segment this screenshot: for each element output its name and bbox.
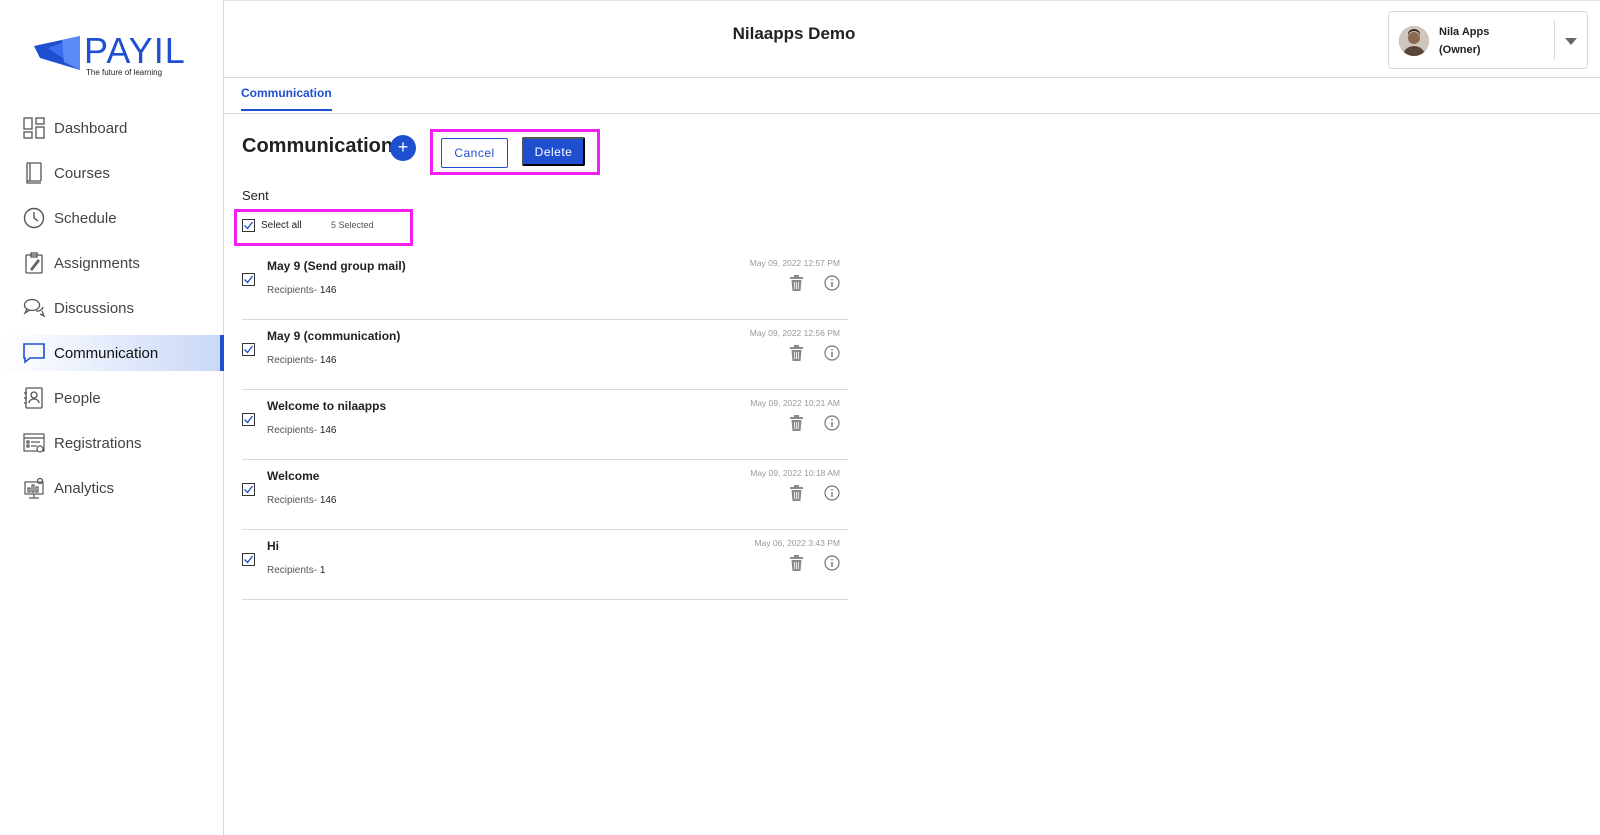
sidebar-item-analytics[interactable]: Analytics [0, 470, 224, 506]
recipients-count: 146 [319, 495, 337, 506]
section-label-sent: Sent [242, 188, 269, 203]
row-checkbox[interactable] [242, 273, 255, 286]
sidebar-item-label: People [54, 389, 101, 407]
recipients-count: 146 [319, 355, 337, 366]
brand-logo[interactable]: PAYIL The future of learning [34, 30, 194, 80]
contact-book-icon [22, 386, 46, 410]
list-item[interactable]: Welcome Recipients- 146 May 09, 2022 10:… [242, 460, 848, 530]
analytics-icon [22, 476, 46, 500]
sidebar-item-label: Courses [54, 164, 110, 182]
message-icon [22, 341, 46, 365]
recipients-count: 1 [319, 565, 326, 576]
message-subject[interactable]: May 9 (Send group mail) [267, 259, 406, 273]
trash-icon[interactable] [789, 415, 804, 436]
row-checkbox[interactable] [242, 553, 255, 566]
message-subject[interactable]: Hi [267, 539, 279, 553]
tab-communication[interactable]: Communication [241, 86, 332, 111]
sidebar-item-label: Schedule [54, 209, 117, 227]
message-list: May 9 (Send group mail) Recipients- 146 … [242, 250, 848, 600]
sidebar-item-courses[interactable]: Courses [0, 155, 224, 191]
message-date: May 09, 2022 12:57 PM [749, 258, 840, 268]
message-date: May 09, 2022 10:18 AM [750, 468, 840, 478]
cancel-button[interactable]: Cancel [441, 138, 508, 168]
user-menu-divider [1554, 20, 1555, 60]
chat-bubbles-icon [22, 296, 46, 320]
info-icon[interactable] [824, 275, 840, 296]
message-date: May 06, 2022 3:43 PM [754, 538, 840, 548]
list-item[interactable]: Hi Recipients- 1 May 06, 2022 3:43 PM [242, 530, 848, 600]
form-icon [22, 431, 46, 455]
recipients-label: Recipients- [267, 355, 318, 366]
sidebar-item-label: Discussions [54, 299, 135, 317]
user-name: Nila Apps [1439, 26, 1490, 38]
sidebar-item-people[interactable]: People [0, 380, 224, 416]
message-recipients: Recipients- 146 [267, 355, 337, 366]
avatar [1399, 26, 1429, 56]
brand-name: PAYIL [84, 30, 186, 71]
message-recipients: Recipients- 146 [267, 495, 337, 506]
logo-mark-icon [34, 36, 80, 70]
trash-icon[interactable] [789, 485, 804, 506]
row-checkbox[interactable] [242, 413, 255, 426]
trash-icon[interactable] [789, 345, 804, 366]
sidebar: PAYIL The future of learning Dashboard C… [0, 0, 224, 835]
sidebar-item-registrations[interactable]: Registrations [0, 425, 224, 461]
sidebar-item-discussions[interactable]: Discussions [0, 290, 224, 326]
message-subject[interactable]: Welcome [267, 469, 319, 483]
list-item[interactable]: May 9 (communication) Recipients- 146 Ma… [242, 320, 848, 390]
top-header: Nilaapps Demo Nila Apps (Owner) [224, 0, 1600, 78]
sidebar-item-label: Analytics [54, 479, 115, 497]
message-recipients: Recipients- 1 [267, 565, 325, 576]
recipients-count: 146 [319, 285, 337, 296]
trash-icon[interactable] [789, 275, 804, 296]
info-icon[interactable] [824, 345, 840, 366]
sidebar-item-communication[interactable]: Communication [0, 335, 224, 371]
sidebar-item-label: Dashboard [54, 119, 128, 137]
recipients-label: Recipients- [267, 565, 318, 576]
info-icon[interactable] [824, 485, 840, 506]
recipients-label: Recipients- [267, 425, 318, 436]
message-subject[interactable]: Welcome to nilaapps [267, 399, 386, 413]
clipboard-icon [22, 251, 46, 275]
message-date: May 09, 2022 10:21 AM [750, 398, 840, 408]
page-title: Communication [242, 135, 394, 157]
sidebar-item-label: Assignments [54, 254, 140, 272]
message-subject[interactable]: May 9 (communication) [267, 329, 400, 343]
recipients-count: 146 [319, 425, 337, 436]
book-icon [22, 161, 46, 185]
selected-count: 5 Selected [331, 220, 374, 230]
list-item[interactable]: Welcome to nilaapps Recipients- 146 May … [242, 390, 848, 460]
list-item[interactable]: May 9 (Send group mail) Recipients- 146 … [242, 250, 848, 320]
tab-bar: Communication [224, 78, 1600, 114]
sidebar-nav: Dashboard Courses Schedule Assignments D… [0, 110, 224, 515]
info-icon[interactable] [824, 415, 840, 436]
user-role: (Owner) [1439, 44, 1481, 56]
dashboard-icon [22, 116, 46, 140]
user-menu[interactable]: Nila Apps (Owner) [1388, 11, 1588, 69]
brand-tagline: The future of learning [86, 68, 163, 77]
row-checkbox[interactable] [242, 483, 255, 496]
select-all-label: Select all [261, 220, 302, 231]
message-recipients: Recipients- 146 [267, 425, 337, 436]
info-icon[interactable] [824, 555, 840, 576]
sidebar-item-schedule[interactable]: Schedule [0, 200, 224, 236]
row-checkbox[interactable] [242, 343, 255, 356]
clock-icon [22, 206, 46, 230]
select-all-checkbox[interactable]: Select all [242, 219, 302, 232]
delete-button[interactable]: Delete [522, 137, 585, 166]
message-date: May 09, 2022 12:56 PM [749, 328, 840, 338]
checkbox-checked-icon[interactable] [242, 219, 255, 232]
trash-icon[interactable] [789, 555, 804, 576]
add-message-button[interactable]: + [390, 135, 416, 161]
sidebar-item-label: Registrations [54, 434, 142, 452]
sidebar-item-assignments[interactable]: Assignments [0, 245, 224, 281]
message-recipients: Recipients- 146 [267, 285, 337, 296]
chevron-down-icon[interactable] [1565, 38, 1577, 45]
recipients-label: Recipients- [267, 495, 318, 506]
recipients-label: Recipients- [267, 285, 318, 296]
org-title: Nilaapps Demo [732, 24, 856, 43]
sidebar-item-label: Communication [54, 344, 159, 362]
sidebar-item-dashboard[interactable]: Dashboard [0, 110, 224, 146]
